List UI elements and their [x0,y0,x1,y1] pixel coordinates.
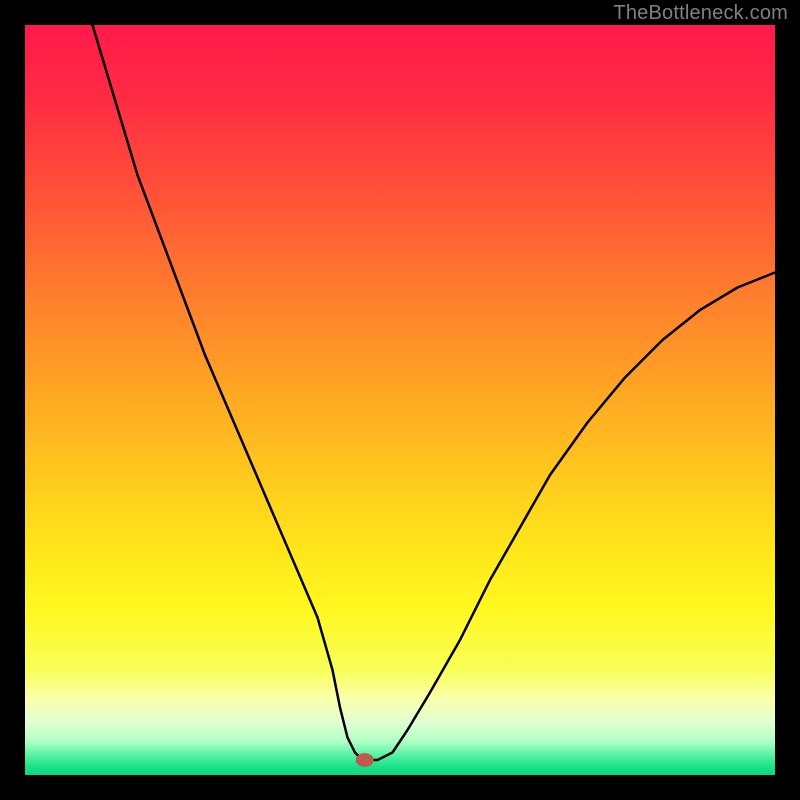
gradient-rect [25,25,775,775]
minimum-marker [356,753,374,767]
chart-frame: TheBottleneck.com [0,0,800,800]
plot-svg [25,25,775,775]
watermark-text: TheBottleneck.com [613,2,788,25]
plot-area [25,25,775,775]
